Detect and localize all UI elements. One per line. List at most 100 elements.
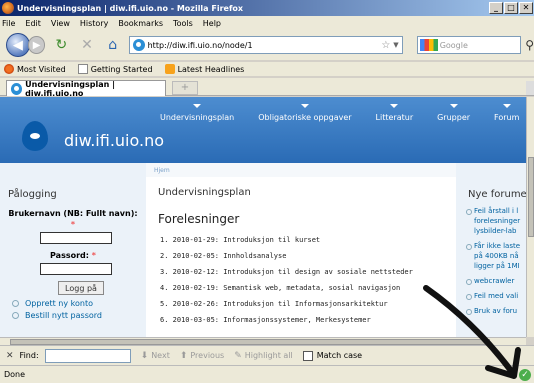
main-content: Hjem Undervisningsplan Forelesninger 1. … bbox=[146, 163, 456, 337]
close-window-button[interactable]: ✕ bbox=[519, 2, 533, 14]
list-item[interactable]: 2. 2010-02-05: Innholdsanalyse bbox=[160, 248, 456, 264]
checkbox-box[interactable] bbox=[302, 350, 313, 361]
url-dropdown-icon[interactable]: ▼ bbox=[393, 41, 398, 49]
site-favicon-icon bbox=[132, 39, 145, 51]
list-item[interactable]: 3. 2010-02-12: Introduksjon til design a… bbox=[160, 264, 456, 280]
page-icon bbox=[77, 64, 88, 74]
login-heading: Pålogging bbox=[8, 189, 57, 200]
url-bar[interactable]: http://diw.ifi.uio.no/node/1 ☆ ▼ bbox=[128, 36, 403, 54]
login-button[interactable]: Logg på bbox=[58, 281, 104, 295]
forum-topic-line[interactable]: lysbilder-lab bbox=[468, 226, 526, 236]
menu-history[interactable]: History bbox=[80, 19, 108, 28]
forum-topic[interactable]: Får ikke laste bbox=[466, 241, 526, 251]
bookmark-most-visited[interactable]: Most Visited bbox=[4, 64, 66, 74]
back-arrow-icon[interactable]: ◀ bbox=[6, 33, 30, 57]
site-nav-forum[interactable]: Forum bbox=[494, 113, 519, 122]
close-findbar-icon[interactable]: ✕ bbox=[6, 351, 14, 361]
status-bar: Done ✓ bbox=[0, 365, 534, 383]
find-previous-button[interactable]: ⬆ Previous bbox=[180, 351, 224, 361]
firefox-icon bbox=[2, 2, 14, 14]
rss-icon bbox=[164, 64, 175, 74]
find-bar: ✕ Find: ⬇ Next ⬆ Previous ✎ Highlight all M… bbox=[0, 345, 534, 365]
site-name[interactable]: diw.ifi.uio.no bbox=[64, 131, 164, 150]
bookmark-getting-started[interactable]: Getting Started bbox=[77, 64, 153, 74]
menu-bar: File Edit View History Bookmarks Tools H… bbox=[0, 16, 534, 30]
vertical-scroll-thumb[interactable] bbox=[528, 157, 534, 237]
find-next-button[interactable]: ⬇ Next bbox=[141, 351, 170, 361]
site-nav: Undervisningsplan Obligatoriske oppgaver… bbox=[160, 113, 526, 122]
create-account-link[interactable]: Opprett ny konto bbox=[12, 299, 138, 308]
vertical-scrollbar[interactable] bbox=[526, 97, 534, 337]
lecture-list: 1. 2010-01-29: Introduksjon til kurset 2… bbox=[160, 232, 456, 328]
menu-file[interactable]: File bbox=[2, 19, 15, 28]
status-text: Done bbox=[4, 370, 26, 379]
find-label: Find: bbox=[19, 351, 39, 360]
match-case-checkbox[interactable]: Match case bbox=[302, 350, 362, 361]
highlight-all-button[interactable]: ✎ Highlight all bbox=[234, 351, 293, 361]
section-title: Forelesninger bbox=[158, 212, 240, 226]
forum-topic[interactable]: Bruk av foru bbox=[466, 306, 526, 316]
password-label: Passord: * bbox=[50, 251, 96, 260]
forum-topic[interactable]: Feil årstall i l bbox=[466, 206, 526, 216]
find-input[interactable] bbox=[44, 348, 131, 363]
forum-topic[interactable]: webcrawler bbox=[466, 276, 526, 286]
most-visited-icon bbox=[4, 64, 14, 74]
password-field[interactable] bbox=[40, 263, 112, 275]
username-label: Brukernavn (NB: Fullt navn): * bbox=[8, 209, 138, 229]
search-icon[interactable]: ⚲ bbox=[525, 38, 534, 52]
forum-heading: Nye forumer bbox=[468, 189, 526, 200]
arrow-down-icon: ⬇ bbox=[140, 350, 149, 361]
bookmarks-toolbar: Most Visited Getting Started Latest Head… bbox=[0, 62, 534, 76]
list-item[interactable]: 1. 2010-01-29: Introduksjon til kurset bbox=[160, 232, 456, 248]
home-icon[interactable]: ⌂ bbox=[103, 35, 123, 55]
bookmark-star-icon[interactable]: ☆ bbox=[381, 40, 390, 51]
list-item[interactable]: 5. 2010-02-26: Introduksjon til Informas… bbox=[160, 296, 456, 312]
site-header: Undervisningsplan Obligatoriske oppgaver… bbox=[0, 97, 526, 163]
bookmark-latest-headlines[interactable]: Latest Headlines bbox=[164, 64, 244, 74]
forward-arrow-icon[interactable]: ▶ bbox=[27, 36, 46, 54]
arrow-up-icon: ⬆ bbox=[179, 350, 188, 361]
menu-view[interactable]: View bbox=[51, 19, 70, 28]
forum-sidebar: Nye forumer Feil årstall i l forelesning… bbox=[458, 163, 526, 337]
stop-icon[interactable]: ✕ bbox=[77, 35, 97, 55]
tab-bar: Undervisningsplan | diw.ifi.uio.no + bbox=[0, 78, 534, 98]
site-nav-grupper[interactable]: Grupper bbox=[437, 113, 470, 122]
tab-undervisningsplan[interactable]: Undervisningsplan | diw.ifi.uio.no bbox=[6, 79, 166, 98]
maximize-button[interactable]: □ bbox=[504, 2, 518, 14]
google-engine-icon[interactable] bbox=[419, 39, 438, 51]
search-placeholder[interactable]: Google bbox=[440, 41, 521, 50]
tab-scroll-button[interactable] bbox=[526, 81, 534, 95]
highlighter-icon: ✎ bbox=[234, 350, 242, 361]
window-titlebar: Undervisningsplan | diw.ifi.uio.no - Moz… bbox=[0, 0, 534, 16]
login-sidebar: Pålogging Brukernavn (NB: Fullt navn): *… bbox=[0, 163, 146, 337]
menu-help[interactable]: Help bbox=[203, 19, 221, 28]
drupal-logo-icon[interactable] bbox=[22, 121, 48, 151]
site-nav-obligatoriske[interactable]: Obligatoriske oppgaver bbox=[258, 113, 351, 122]
site-nav-undervisningsplan[interactable]: Undervisningsplan bbox=[160, 113, 234, 122]
status-ok-icon: ✓ bbox=[519, 369, 531, 381]
navigation-toolbar: ◀ ▶ ↻ ✕ ⌂ http://diw.ifi.uio.no/node/1 ☆… bbox=[0, 30, 534, 60]
tab-label: Undervisningsplan | diw.ifi.uio.no bbox=[25, 79, 116, 98]
horizontal-scrollbar[interactable] bbox=[0, 337, 526, 345]
breadcrumb-home[interactable]: Hjem bbox=[154, 167, 170, 174]
minimize-button[interactable]: _ bbox=[489, 2, 503, 14]
site-nav-litteratur[interactable]: Litteratur bbox=[376, 113, 414, 122]
forum-topic-line[interactable]: på 400KB nå bbox=[468, 251, 526, 261]
list-item[interactable]: 4. 2010-02-19: Semantisk web, metadata, … bbox=[160, 280, 456, 296]
forum-topic-line[interactable]: ligger på 1MI bbox=[468, 261, 526, 271]
reload-icon[interactable]: ↻ bbox=[51, 35, 71, 55]
menu-tools[interactable]: Tools bbox=[173, 19, 193, 28]
forum-topic-line[interactable]: forelesninger bbox=[468, 216, 526, 226]
username-field[interactable] bbox=[40, 232, 112, 244]
menu-edit[interactable]: Edit bbox=[25, 19, 41, 28]
new-tab-button[interactable]: + bbox=[172, 81, 198, 95]
list-item[interactable]: 6. 2010-03-05: Informasjonssystemer, Mer… bbox=[160, 312, 456, 328]
request-password-link[interactable]: Bestill nytt passord bbox=[12, 311, 138, 320]
content-area: Pålogging Brukernavn (NB: Fullt navn): *… bbox=[0, 163, 526, 337]
menu-bookmarks[interactable]: Bookmarks bbox=[118, 19, 163, 28]
page-viewport: Undervisningsplan Obligatoriske oppgaver… bbox=[0, 97, 526, 337]
forum-topic[interactable]: Feil med vali bbox=[466, 291, 526, 301]
search-bar[interactable]: Google bbox=[416, 36, 522, 54]
breadcrumb: Hjem bbox=[146, 163, 456, 177]
url-text[interactable]: http://diw.ifi.uio.no/node/1 bbox=[148, 41, 382, 50]
